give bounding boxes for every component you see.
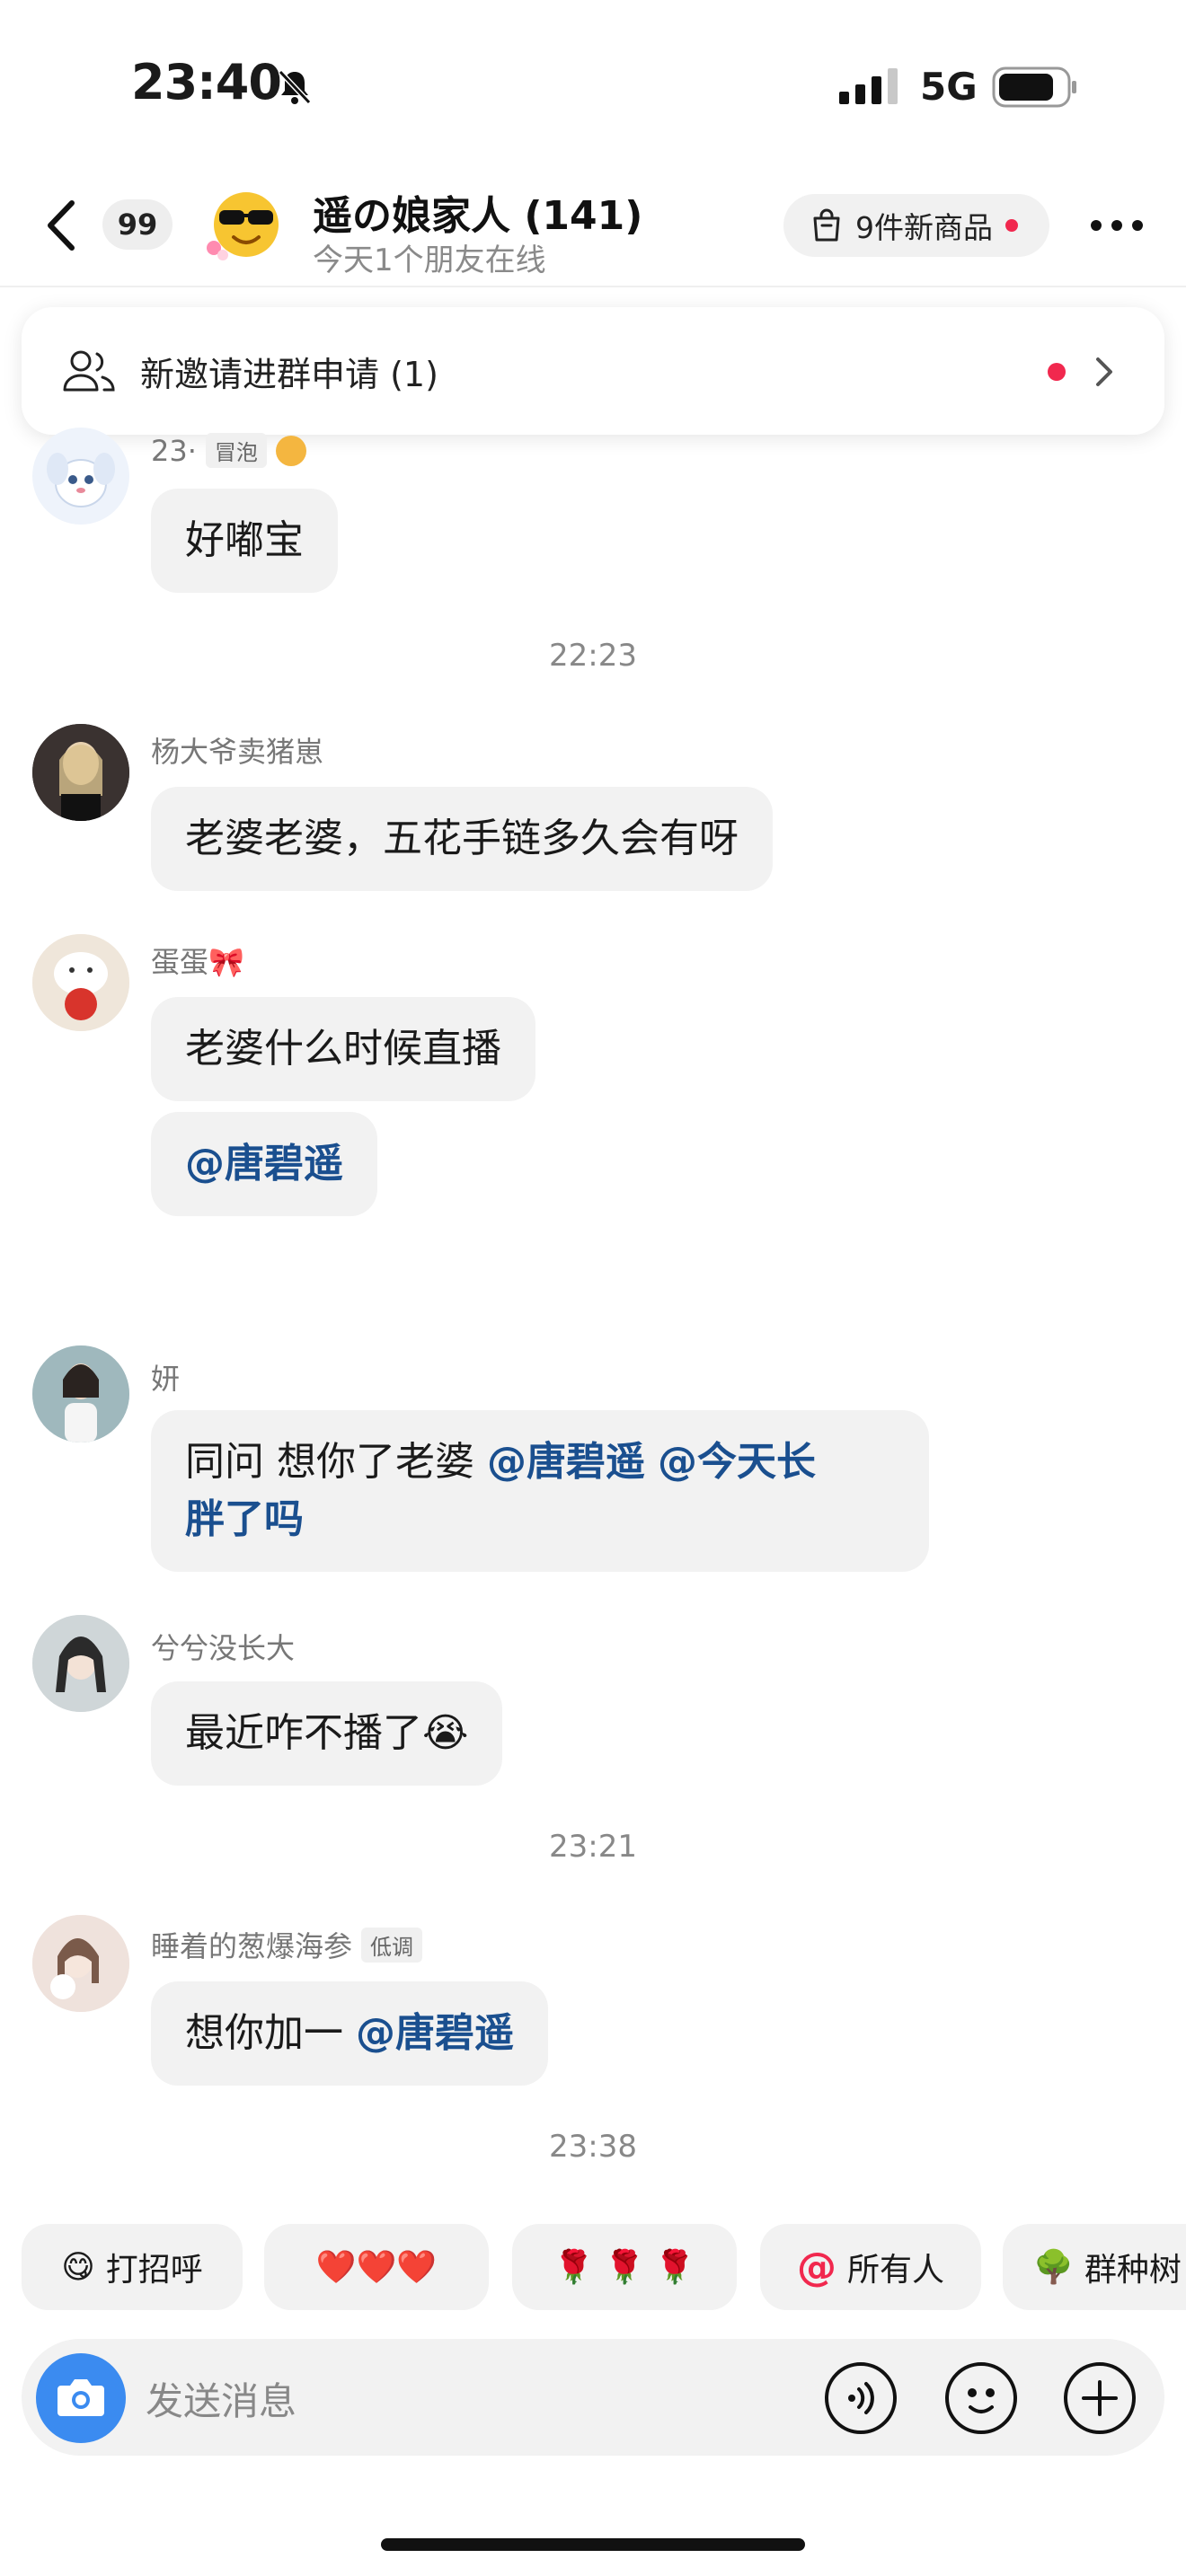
avatar[interactable] — [32, 1345, 129, 1442]
avatar[interactable] — [32, 724, 129, 821]
roses-emoji-icon: 🌹 🌹 🌹 — [553, 2249, 695, 2286]
sender-name: 睡着的葱爆海参 低调 — [151, 1924, 423, 1965]
yum-emoji-icon: 😋 — [61, 2248, 95, 2286]
avatar[interactable] — [32, 1615, 129, 1712]
plus-icon[interactable] — [1062, 2360, 1137, 2436]
message-bubble[interactable]: 老婆什么时候直播 — [151, 997, 535, 1101]
unread-count-badge[interactable]: 99 — [102, 199, 173, 250]
cell-signal-icon — [839, 68, 898, 104]
header-divider — [0, 286, 1186, 287]
mention-link[interactable]: @唐碧遥 — [487, 1439, 645, 1485]
sender-name: 杨大爷卖猪崽 — [151, 729, 323, 771]
more-options-icon[interactable] — [1089, 212, 1145, 239]
mention-link[interactable]: 胖了吗 — [185, 1496, 304, 1542]
message-input[interactable]: 发送消息 — [146, 2371, 296, 2426]
timestamp: 23:38 — [549, 2129, 637, 2165]
battery-icon — [992, 66, 1076, 108]
level-badge-icon — [275, 435, 306, 466]
notification-dot — [1005, 219, 1018, 232]
new-products-label: 9件新商品 — [855, 210, 993, 245]
tree-emoji-icon: 🌳 — [1033, 2249, 1074, 2286]
voice-icon[interactable] — [823, 2360, 898, 2436]
message-bubble[interactable]: 同问 想你了老婆 @唐碧遥 @今天长 胖了吗 — [151, 1410, 929, 1572]
invite-request-banner[interactable]: 新邀请进群申请 (1) — [22, 307, 1164, 435]
invite-request-text: 新邀请进群申请 (1) — [140, 355, 438, 394]
cat-avatar-image — [32, 934, 129, 1031]
group-avatar[interactable] — [199, 183, 286, 269]
quick-reply-roses[interactable]: 🌹 🌹 🌹 — [512, 2224, 737, 2310]
mention-link[interactable]: @今天长 — [658, 1439, 816, 1485]
message-text: 想你加一 — [185, 2010, 343, 2056]
quick-reply-mention-all[interactable]: @ 所有人 — [760, 2224, 981, 2310]
message-bubble[interactable]: 最近咋不播了😭 — [151, 1681, 503, 1786]
user-avatar-image — [32, 1615, 129, 1712]
shopping-bag-icon — [813, 208, 840, 242]
camera-button[interactable] — [36, 2353, 126, 2443]
notification-dot — [1048, 363, 1066, 381]
member-tag: 低调 — [361, 1927, 423, 1963]
online-status: 今天1个朋友在线 — [313, 243, 546, 278]
avatar[interactable] — [32, 428, 129, 525]
at-icon: @ — [796, 2244, 836, 2290]
user-avatar-image — [32, 1915, 129, 2012]
message-text: 同问 想你了老婆 — [185, 1439, 474, 1485]
new-products-button[interactable]: 9件新商品 — [783, 194, 1049, 257]
chip-label: 所有人 — [846, 2252, 944, 2289]
message-bubble[interactable]: 好嘟宝 — [151, 489, 338, 593]
sender-nickname: 睡着的葱爆海参 — [151, 1929, 353, 1963]
sender-name: 23· 冒泡 — [151, 433, 306, 468]
quick-reply-greet[interactable]: 😋 打招呼 — [22, 2224, 243, 2310]
avatar[interactable] — [32, 1915, 129, 2012]
sender-nickname: 23· — [151, 433, 197, 468]
back-icon[interactable] — [40, 196, 84, 255]
mention-message-bubble[interactable]: @唐碧遥 — [151, 1112, 377, 1216]
chip-label: 群种树 — [1084, 2252, 1182, 2289]
sender-name: 兮兮没长大 — [151, 1626, 295, 1667]
mention-link[interactable]: @唐碧遥 — [356, 2010, 514, 2056]
user-avatar-image — [32, 1345, 129, 1442]
emoji-icon[interactable] — [943, 2360, 1019, 2436]
quick-reply-hearts[interactable]: ❤️❤️❤️ — [264, 2224, 489, 2310]
sender-nickname: 蛋蛋🎀 — [151, 945, 244, 979]
user-avatar-image — [32, 724, 129, 821]
quick-reply-plant-tree[interactable]: 🌳 群种树 — [1003, 2224, 1186, 2310]
hearts-emoji-icon: ❤️❤️❤️ — [315, 2249, 438, 2286]
timestamp: 22:23 — [549, 638, 637, 674]
message-bubble[interactable]: 老婆老婆，五花手链多久会有呀 — [151, 787, 773, 891]
puppy-avatar-image — [47, 453, 115, 507]
status-time: 23:40 — [131, 54, 282, 110]
muted-bell-icon — [278, 69, 312, 105]
member-tag: 冒泡 — [205, 433, 267, 468]
sender-nickname: 妍 — [151, 1362, 181, 1396]
timestamp: 23:21 — [549, 1829, 637, 1865]
chevron-right-icon — [1096, 357, 1112, 386]
group-title[interactable]: 遥の娘家人 (141) — [313, 183, 642, 241]
home-indicator[interactable] — [381, 2538, 805, 2551]
network-type: 5G — [920, 65, 978, 109]
sender-name: 蛋蛋🎀 — [151, 940, 244, 981]
sender-nickname: 兮兮没长大 — [151, 1631, 296, 1665]
avatar[interactable] — [32, 934, 129, 1031]
message-bubble[interactable]: 想你加一 @唐碧遥 — [151, 1981, 548, 2086]
chip-label: 打招呼 — [105, 2252, 203, 2289]
people-icon — [63, 350, 115, 392]
sender-nickname: 杨大爷卖猪崽 — [151, 735, 324, 769]
camera-icon — [58, 2379, 104, 2416]
sender-name: 妍 — [151, 1356, 180, 1398]
